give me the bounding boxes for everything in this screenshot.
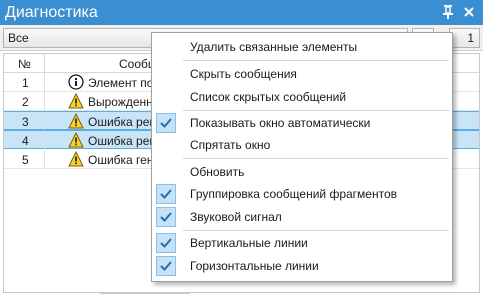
menu-item-show-auto[interactable]: Показывать окно автоматически (153, 112, 451, 134)
menu-item-sound-signal[interactable]: Звуковой сигнал (153, 206, 451, 228)
menu-item-label: Показывать окно автоматически (190, 116, 371, 130)
menu-item-label: Скрыть сообщения (190, 67, 297, 81)
menu-item-label: Звуковой сигнал (190, 210, 282, 224)
pin-icon[interactable] (441, 4, 455, 20)
menu-item-label: Группировка сообщений фрагментов (190, 187, 397, 201)
row-divider (44, 150, 45, 168)
row-number: 4 (22, 134, 29, 148)
column-divider (44, 54, 45, 73)
message-count-button[interactable]: 1 (449, 28, 480, 48)
row-message: Ошибка реге (88, 134, 161, 148)
window-titlebar: Диагностика (0, 0, 483, 25)
row-message: Ошибка гене (88, 153, 161, 167)
warning-icon (68, 150, 84, 167)
filter-value: Все (8, 31, 29, 45)
menu-separator (183, 110, 449, 111)
row-number: 1 (22, 76, 29, 90)
checkmark-icon (156, 113, 176, 133)
context-menu: Удалить связанные элементы Скрыть сообще… (151, 32, 453, 282)
message-count: 1 (467, 31, 474, 45)
menu-item-label: Спрятать окно (190, 138, 271, 152)
menu-separator (183, 230, 449, 231)
menu-separator (183, 60, 449, 61)
menu-item-hide-window[interactable]: Спрятать окно (153, 134, 451, 156)
menu-item-horizontal-lines[interactable]: Горизонтальные линии (153, 255, 451, 277)
warning-icon (68, 112, 84, 129)
window-title: Диагностика (5, 4, 98, 21)
menu-item-label: Удалить связанные элементы (190, 40, 358, 54)
menu-item-vertical-lines[interactable]: Вертикальные линии (153, 232, 451, 254)
menu-item-hide-messages[interactable]: Скрыть сообщения (153, 63, 451, 85)
warning-icon (68, 131, 84, 148)
row-number: 2 (22, 95, 29, 109)
close-icon[interactable] (462, 4, 476, 20)
info-icon (68, 74, 84, 90)
row-message: Элемент под (88, 76, 161, 90)
menu-item-refresh[interactable]: Обновить (153, 161, 451, 183)
row-divider (44, 92, 45, 110)
menu-item-delete-related[interactable]: Удалить связанные элементы (153, 36, 451, 58)
menu-item-label: Обновить (190, 165, 245, 179)
menu-item-label: Список скрытых сообщений (190, 90, 347, 104)
status-strip (100, 293, 190, 298)
row-number: 5 (22, 153, 29, 167)
row-divider (44, 73, 45, 91)
menu-separator (183, 158, 449, 159)
checkmark-icon (156, 256, 176, 276)
checkmark-icon (156, 233, 176, 253)
row-divider (44, 112, 45, 130)
column-number-header[interactable]: № (18, 57, 31, 71)
row-message: Ошибка реге (88, 115, 161, 129)
warning-icon (68, 92, 84, 109)
menu-item-group-fragments[interactable]: Группировка сообщений фрагментов (153, 183, 451, 205)
checkmark-icon (156, 184, 176, 204)
row-divider (44, 131, 45, 149)
checkmark-icon (156, 207, 176, 227)
row-number: 3 (22, 115, 29, 129)
menu-item-label: Горизонтальные линии (190, 259, 319, 273)
menu-item-label: Вертикальные линии (190, 236, 308, 250)
menu-item-hidden-list[interactable]: Список скрытых сообщений (153, 86, 451, 108)
